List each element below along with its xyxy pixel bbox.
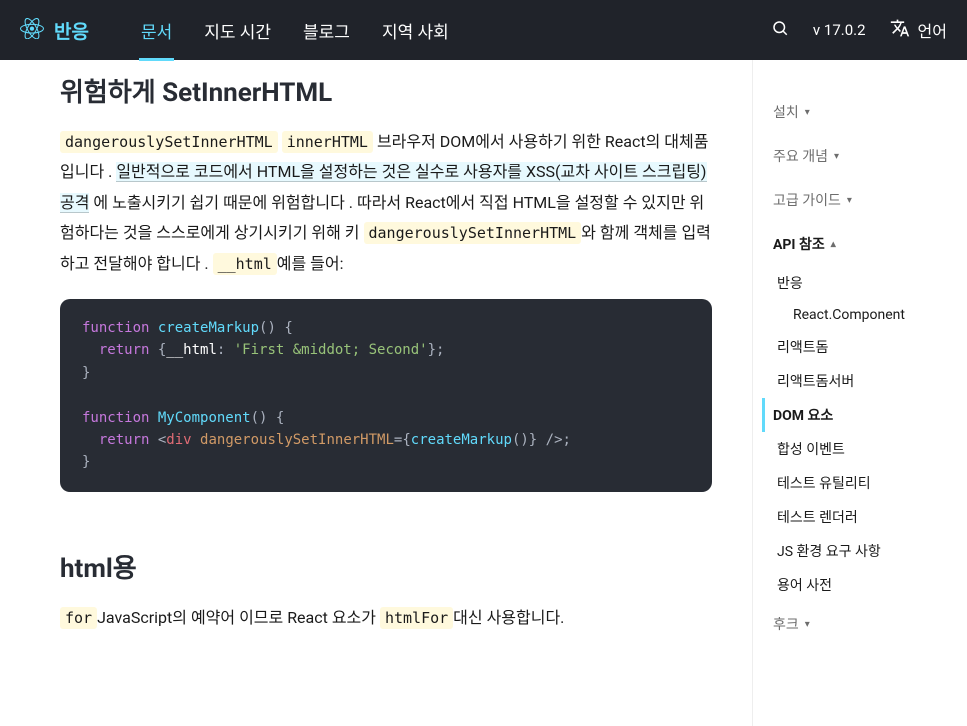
sidegroup-label: 주요 개념 [773, 146, 828, 166]
text-frag-5: JavaScript의 예약어 이므로 React 요소가 [97, 608, 380, 627]
sidegroup-label: API 참조 [773, 234, 825, 254]
code-for: for [60, 607, 97, 629]
search-icon[interactable] [771, 19, 789, 41]
nav-docs[interactable]: 문서 [139, 0, 174, 61]
sidegroup-hooks[interactable]: 후크 ▾ [773, 602, 967, 646]
sidelink-glossary[interactable]: 용어 사전 [773, 568, 967, 602]
right-sidebar: 설치 ▾ 주요 개념 ▾ 고급 가이드 ▾ API 참조 ▴ 반응 React.… [752, 60, 967, 726]
sidelink-reactdomserver[interactable]: 리액트돔서버 [773, 364, 967, 398]
chevron-down-icon: ▾ [805, 107, 810, 118]
sidelink-dom-elements[interactable]: DOM 요소 [762, 398, 967, 432]
code-dangerously-1: dangerouslySetInnerHTML [60, 131, 278, 153]
code-htmlfor: htmlFor [380, 607, 453, 629]
language-selector[interactable]: 언어 [890, 18, 947, 42]
version-link[interactable]: v 17.0.2 [813, 21, 866, 39]
text-frag-4: 예를 들어: [277, 254, 344, 273]
chevron-up-icon: ▴ [831, 239, 836, 250]
sidegroup-advanced[interactable]: 고급 가이드 ▾ [773, 178, 967, 222]
chevron-down-icon: ▾ [847, 195, 852, 206]
sidegroup-label: 설치 [773, 102, 799, 122]
sidegroup-install[interactable]: 설치 ▾ [773, 90, 967, 134]
logo-area[interactable]: 반응 [20, 17, 89, 44]
code-example: function createMarkup() { return {__html… [60, 299, 712, 492]
react-logo-icon [20, 18, 44, 42]
paragraph-dangerously: dangerouslySetInnerHTML innerHTML 브라우저 D… [60, 127, 712, 279]
nav-tutorial[interactable]: 지도 시간 [202, 0, 273, 61]
chevron-down-icon: ▾ [834, 151, 839, 162]
nav-community[interactable]: 지역 사회 [380, 0, 451, 61]
top-header: 반응 문서 지도 시간 블로그 지역 사회 v 17.0.2 언어 [0, 0, 967, 60]
code-html-prop: __html [213, 253, 277, 275]
sidegroup-main-concepts[interactable]: 주요 개념 ▾ [773, 134, 967, 178]
sidelink-react[interactable]: 반응 [773, 266, 967, 300]
main-nav: 문서 지도 시간 블로그 지역 사회 [139, 0, 451, 61]
header-right: v 17.0.2 언어 [771, 18, 947, 42]
text-frag-6: 대신 사용합니다. [453, 608, 564, 627]
code-innerhtml: innerHTML [282, 131, 373, 153]
sidelink-test-renderer[interactable]: 테스트 렌더러 [773, 500, 967, 534]
language-label: 언어 [918, 18, 947, 42]
sidelink-reactdom[interactable]: 리액트돔 [773, 330, 967, 364]
code-dangerously-2: dangerouslySetInnerHTML [364, 222, 582, 244]
main-container: 위험하게 SetInnerHTML dangerouslySetInnerHTM… [0, 60, 967, 726]
article-content: 위험하게 SetInnerHTML dangerouslySetInnerHTM… [0, 60, 752, 726]
translate-icon [890, 18, 910, 42]
sidelink-js-env[interactable]: JS 환경 요구 사항 [773, 534, 967, 568]
heading-htmlfor: html용 [60, 548, 712, 585]
sidelink-test-utils[interactable]: 테스트 유틸리티 [773, 466, 967, 500]
paragraph-htmlfor: forJavaScript의 예약어 이므로 React 요소가 htmlFor… [60, 603, 712, 633]
sidegroup-label: 후크 [773, 614, 799, 634]
api-links: 반응 React.Component 리액트돔 리액트돔서버 DOM 요소 합성… [773, 266, 967, 602]
sidelink-synthetic-events[interactable]: 합성 이벤트 [773, 432, 967, 466]
chevron-down-icon: ▾ [805, 619, 810, 630]
brand-name: 반응 [54, 17, 89, 44]
heading-dangerously: 위험하게 SetInnerHTML [60, 72, 712, 109]
sidegroup-api-reference[interactable]: API 참조 ▴ [773, 222, 967, 266]
sidegroup-label: 고급 가이드 [773, 190, 841, 210]
sidelink-react-component[interactable]: React.Component [773, 300, 967, 330]
nav-blog[interactable]: 블로그 [301, 0, 352, 61]
